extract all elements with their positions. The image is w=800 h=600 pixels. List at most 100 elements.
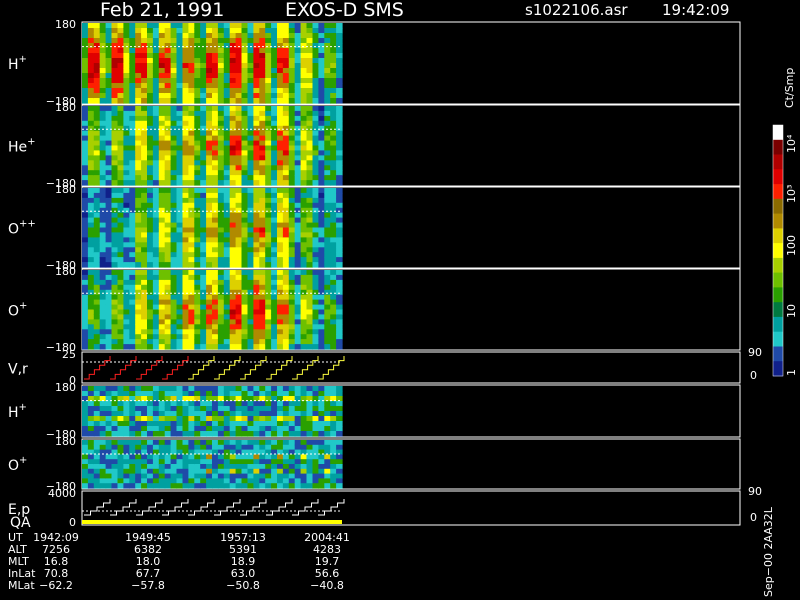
spectrogram-cell [182, 232, 189, 238]
band-cell [318, 421, 325, 427]
band-cell [164, 421, 172, 427]
spectrogram-cell [200, 43, 207, 49]
spectrogram-cell [336, 289, 343, 296]
spectrogram-cell [247, 207, 254, 214]
spectrogram-cell [306, 48, 313, 54]
band-cell [123, 431, 130, 437]
spectrogram-cell [152, 299, 160, 306]
spectrogram-cell [282, 262, 290, 268]
spectrogram-cell [200, 58, 207, 64]
spectrogram-cell [247, 304, 254, 311]
spectrogram-cell [141, 88, 148, 94]
band-cell [170, 473, 178, 479]
band-cell [188, 459, 195, 465]
spectrogram-cell [282, 98, 290, 104]
spectrogram-cell [141, 299, 148, 306]
spectrogram-cell [324, 93, 331, 99]
band-cell [312, 483, 319, 489]
spectrogram-cell [318, 175, 325, 181]
spectrogram-cell [277, 130, 284, 137]
band-cell [82, 464, 89, 470]
spectrogram-cell [265, 33, 272, 39]
spectrogram-cell [147, 188, 154, 194]
spectrogram-cell [312, 324, 319, 330]
band-cell [330, 416, 337, 422]
band-cell [253, 411, 260, 417]
band-cell [141, 473, 148, 479]
spectrogram-cell [271, 192, 278, 199]
band-cell [164, 473, 172, 479]
band-cell [212, 431, 219, 437]
spectrogram-cell [277, 120, 284, 127]
spectrogram-cell [129, 175, 136, 181]
spectrogram-cell [117, 192, 124, 199]
spectrogram-cell [336, 212, 343, 219]
spectrogram-cell [123, 63, 130, 69]
spectrogram-cell [176, 88, 183, 94]
band-cell [188, 426, 195, 432]
band-cell [288, 483, 296, 489]
spectrogram-cell [200, 304, 207, 311]
spectrogram-cell [336, 222, 343, 229]
band-cell [223, 421, 231, 427]
spectrogram-cell [253, 160, 260, 166]
spectrogram-cell [158, 284, 166, 291]
axis-tick-right-top: 90 [748, 346, 762, 359]
spectrogram-cell [235, 120, 243, 127]
spectrogram-cell [135, 262, 142, 268]
spectrogram-cell [294, 180, 302, 186]
spectrogram-cell [200, 38, 207, 44]
spectrogram-cell [158, 135, 166, 142]
spectrogram-cell [235, 319, 243, 325]
spectrogram-cell [93, 125, 101, 132]
spectrogram-cell [129, 319, 136, 325]
spectrogram-cell [141, 175, 148, 181]
band-cell [336, 431, 343, 437]
spectrogram-cell [241, 247, 248, 253]
band-cell [294, 483, 302, 489]
spectrogram-cell [123, 202, 130, 209]
spectrogram-cell [135, 83, 142, 89]
spectrogram-cell [247, 155, 254, 161]
band-cell [336, 483, 343, 489]
spectrogram-cell [330, 106, 337, 112]
spectrogram-cell [212, 237, 219, 243]
spectrogram-cell [147, 110, 154, 117]
spectrogram-cell [99, 73, 107, 79]
spectrogram-cell [200, 145, 207, 151]
spectrogram-cell [99, 135, 107, 142]
spectrogram-cell [271, 93, 278, 99]
spectrogram-cell [229, 155, 237, 161]
spectrogram-cell [105, 242, 113, 248]
spectrogram-cell [288, 73, 296, 79]
band-cell [147, 459, 154, 465]
spectrogram-cell [206, 324, 213, 330]
spectrogram-cell [318, 188, 325, 194]
spectrogram-cell [111, 252, 118, 258]
step-trace [292, 356, 319, 380]
spectrogram-cell [223, 294, 231, 301]
spectrogram-cell [330, 279, 337, 286]
spectrogram-cell [265, 130, 272, 137]
spectrogram-cell [135, 120, 142, 127]
spectrogram-cell [241, 155, 248, 161]
spectrogram-cell [294, 160, 302, 166]
band-cell [223, 416, 231, 422]
spectrogram-cell [188, 247, 195, 253]
spectrogram-cell [235, 237, 243, 243]
spectrogram-cell [265, 242, 272, 248]
spectrogram-cell [87, 28, 95, 34]
spectrogram-cell [312, 212, 319, 219]
spectrogram-cell [330, 329, 337, 335]
spectrogram-cell [87, 227, 95, 233]
spectrogram-cell [282, 140, 290, 147]
spectrogram-cell [206, 212, 213, 219]
spectrogram-cell [206, 270, 213, 276]
band-cell [288, 391, 296, 397]
spectrogram-cell [336, 237, 343, 243]
spectrogram-cell [194, 270, 201, 276]
spectrogram-cell [129, 222, 136, 229]
spectrogram-cell [93, 130, 101, 137]
spectrogram-cell [200, 73, 207, 79]
spectrogram-cell [241, 68, 248, 74]
